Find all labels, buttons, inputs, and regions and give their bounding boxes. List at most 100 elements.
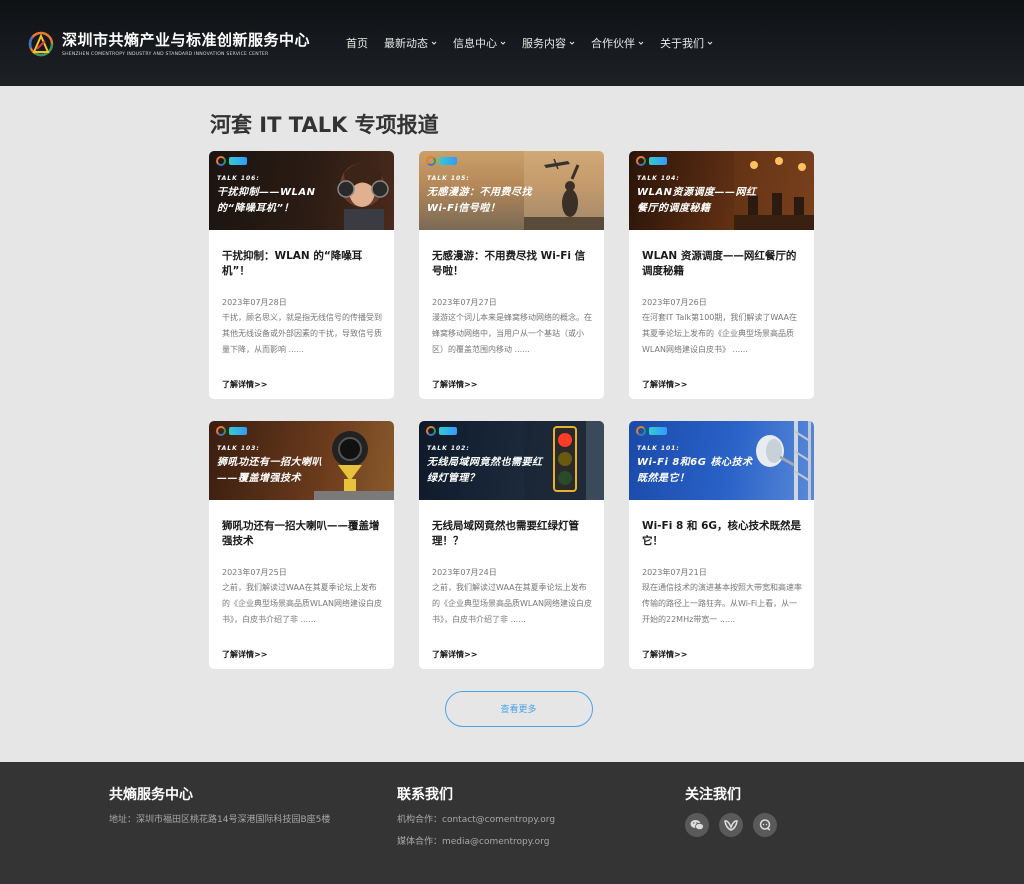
nav-partners[interactable]: 合作伙伴 — [591, 35, 644, 51]
read-more-link[interactable]: 了解详情>> — [642, 649, 687, 660]
footer-media-email[interactable]: 媒体合作：media@comentropy.org — [397, 834, 637, 850]
read-more-link[interactable]: 了解详情>> — [222, 649, 267, 660]
thumbnail-logos — [216, 156, 247, 166]
logo-icon — [426, 426, 436, 436]
footer-follow-title: 关注我们 — [685, 787, 741, 803]
article-date: 2023年07月21日 — [642, 568, 707, 577]
article-excerpt: 干扰，顾名思义，就是指无线信号的传播受到其他无线设备或外部因素的干扰，导致信号质… — [222, 313, 382, 354]
thumbnail-logos — [426, 426, 457, 436]
chevron-down-icon — [569, 41, 575, 45]
article-thumbnail: TALK 102: 无线局域网竟然也需要红绿灯管理？ — [419, 421, 604, 500]
footer-contact-title: 联系我们 — [397, 787, 453, 803]
thumbnail-logos — [636, 426, 667, 436]
logo-icon — [426, 156, 436, 166]
article-title[interactable]: WLAN 资源调度——网红餐厅的调度秘籍 — [642, 249, 802, 280]
article-date: 2023年07月28日 — [222, 298, 287, 307]
nav-about-us-label: 关于我们 — [660, 37, 705, 50]
footer-contact-email[interactable]: 机构合作：contact@comentropy.org — [397, 812, 637, 828]
article-date: 2023年07月27日 — [432, 298, 497, 307]
article-excerpt: 漫游这个词儿本来是蜂窝移动网络的概念。在蜂窝移动网络中，当用户从一个基站（或小区… — [432, 313, 592, 354]
main-content: 河套 IT TALK 专项报道 TALK 106: 干扰抑制——WLAN 的“降… — [209, 86, 815, 727]
site-header: 深圳市共熵产业与标准创新服务中心 SHENZHEN COMENTROPY IND… — [0, 0, 1024, 86]
article-thumbnail: TALK 104: WLAN资源调度——网红餐厅的调度秘籍 — [629, 151, 814, 230]
talk-number: TALK 101: — [637, 445, 680, 452]
logo-icon — [216, 426, 226, 436]
read-more-link[interactable]: 了解详情>> — [642, 379, 687, 390]
thumbnail-logos — [426, 156, 457, 166]
talk-badge-icon — [229, 157, 247, 165]
article-date: 2023年07月24日 — [432, 568, 497, 577]
article-thumbnail: TALK 101: Wi-Fi 8和6G 核心技术既然是它！ — [629, 421, 814, 500]
nav-services-label: 服务内容 — [522, 37, 567, 50]
thumbnail-title: 干扰抑制——WLAN 的“降噪耳机”！ — [217, 187, 316, 214]
nav-about-us[interactable]: 关于我们 — [660, 35, 713, 51]
talk-badge-icon — [649, 157, 667, 165]
logo-icon — [28, 31, 54, 57]
chevron-down-icon — [707, 41, 713, 45]
footer-center-title: 共熵服务中心 — [109, 787, 193, 803]
nav-info-center[interactable]: 信息中心 — [453, 35, 506, 51]
thumbnail-title: 狮吼功还有一招大喇叭——覆盖增强技术 — [217, 457, 322, 484]
site-logo[interactable]: 深圳市共熵产业与标准创新服务中心 SHENZHEN COMENTROPY IND… — [26, 28, 310, 58]
article-card[interactable]: TALK 104: WLAN资源调度——网红餐厅的调度秘籍 WLAN 资源调度—… — [629, 151, 814, 399]
article-card[interactable]: TALK 103: 狮吼功还有一招大喇叭——覆盖增强技术 狮吼功还有一招大喇叭—… — [209, 421, 394, 669]
article-card[interactable]: TALK 101: Wi-Fi 8和6G 核心技术既然是它！ Wi-Fi 8 和… — [629, 421, 814, 669]
talk-number: TALK 106: — [217, 175, 260, 182]
talk-number: TALK 105: — [427, 175, 470, 182]
article-grid: TALK 106: 干扰抑制——WLAN 的“降噪耳机”！ 干扰抑制：WLAN … — [209, 151, 815, 669]
footer-col-center: 共熵服务中心 地址：深圳市福田区桃花路14号深港国际科技园B座5楼 — [109, 784, 349, 828]
thumbnail-logos — [216, 426, 247, 436]
thumbnail-logos — [636, 156, 667, 166]
wechat-icon[interactable] — [685, 813, 709, 837]
weibo-icon[interactable] — [719, 813, 743, 837]
chevron-down-icon — [638, 41, 644, 45]
load-more-wrap: 查看更多 — [209, 691, 815, 727]
article-thumbnail: TALK 106: 干扰抑制——WLAN 的“降噪耳机”！ — [209, 151, 394, 230]
talk-badge-icon — [649, 427, 667, 435]
article-title[interactable]: Wi-Fi 8 和 6G，核心技术既然是它！ — [642, 519, 802, 550]
article-excerpt: 现在通信技术的演进基本按照大带宽和高速率传输的路径上一路狂奔。从Wi-Fi上看，… — [642, 583, 802, 624]
logo-english-name: SHENZHEN COMENTROPY INDUSTRY AND STANDAR… — [62, 52, 269, 57]
chat-icon[interactable] — [753, 813, 777, 837]
article-date: 2023年07月26日 — [642, 298, 707, 307]
article-title[interactable]: 狮吼功还有一招大喇叭——覆盖增强技术 — [222, 519, 382, 550]
article-title[interactable]: 无感漫游：不用费尽找 Wi-Fi 信号啦！ — [432, 249, 592, 280]
article-thumbnail: TALK 103: 狮吼功还有一招大喇叭——覆盖增强技术 — [209, 421, 394, 500]
article-excerpt: 在河套IT Talk第100期，我们解读了WAA在其夏季论坛上发布的《企业典型场… — [642, 313, 798, 354]
read-more-link[interactable]: 了解详情>> — [432, 379, 477, 390]
article-excerpt: 之前，我们解读过WAA在其夏季论坛上发布的《企业典型场景高品质WLAN网络建设白… — [432, 583, 592, 624]
nav-services[interactable]: 服务内容 — [522, 35, 575, 51]
article-thumbnail: TALK 105: 无感漫游：不用费尽找Wi-Fi信号啦！ — [419, 151, 604, 230]
read-more-link[interactable]: 了解详情>> — [222, 379, 267, 390]
talk-badge-icon — [439, 427, 457, 435]
nav-home[interactable]: 首页 — [346, 35, 368, 51]
thumbnail-title: Wi-Fi 8和6G 核心技术既然是它！ — [637, 457, 753, 484]
social-links — [685, 813, 885, 837]
article-date: 2023年07月25日 — [222, 568, 287, 577]
nav-latest-news-label: 最新动态 — [384, 37, 429, 50]
logo-icon — [636, 426, 646, 436]
talk-number: TALK 103: — [217, 445, 260, 452]
thumbnail-title: WLAN资源调度——网红餐厅的调度秘籍 — [637, 187, 757, 214]
nav-info-center-label: 信息中心 — [453, 37, 498, 50]
article-title[interactable]: 无线局域网竟然也需要红绿灯管理！？ — [432, 519, 592, 550]
talk-badge-icon — [229, 427, 247, 435]
article-title[interactable]: 干扰抑制：WLAN 的“降噪耳机”！ — [222, 249, 382, 280]
article-excerpt: 之前，我们解读过WAA在其夏季论坛上发布的《企业典型场景高品质WLAN网络建设白… — [222, 583, 382, 624]
nav-partners-label: 合作伙伴 — [591, 37, 636, 50]
thumbnail-title: 无感漫游：不用费尽找Wi-Fi信号啦！ — [427, 187, 532, 214]
thumbnail-title: 无线局域网竟然也需要红绿灯管理？ — [427, 457, 543, 484]
article-card[interactable]: TALK 105: 无感漫游：不用费尽找Wi-Fi信号啦！ 无感漫游：不用费尽找… — [419, 151, 604, 399]
nav-home-label: 首页 — [346, 37, 369, 50]
footer-col-follow: 关注我们 — [685, 784, 885, 837]
main-nav: 首页 最新动态 信息中心 服务内容 合作伙伴 关于我们 — [346, 35, 713, 51]
page-title: 河套 IT TALK 专项报道 — [210, 113, 439, 137]
article-card[interactable]: TALK 106: 干扰抑制——WLAN 的“降噪耳机”！ 干扰抑制：WLAN … — [209, 151, 394, 399]
nav-latest-news[interactable]: 最新动态 — [384, 35, 437, 51]
read-more-link[interactable]: 了解详情>> — [432, 649, 477, 660]
article-card[interactable]: TALK 102: 无线局域网竟然也需要红绿灯管理？ 无线局域网竟然也需要红绿灯… — [419, 421, 604, 669]
chevron-down-icon — [431, 41, 437, 45]
load-more-button[interactable]: 查看更多 — [444, 691, 593, 727]
logo-chinese-name: 深圳市共熵产业与标准创新服务中心 — [62, 31, 311, 49]
talk-number: TALK 102: — [427, 445, 470, 452]
